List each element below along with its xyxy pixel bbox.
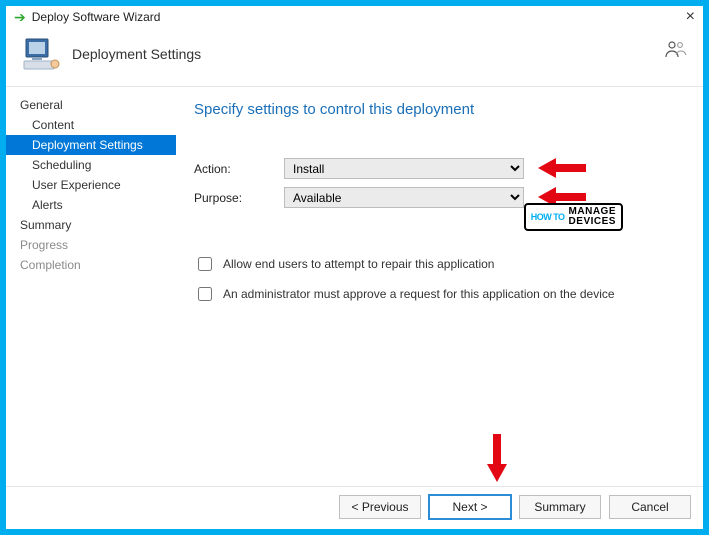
computer-icon bbox=[22, 36, 60, 72]
sidebar-item-alerts[interactable]: Alerts bbox=[6, 195, 176, 215]
allow-repair-label: Allow end users to attempt to repair thi… bbox=[223, 257, 494, 271]
sidebar-item-progress: Progress bbox=[6, 235, 176, 255]
sidebar-item-label: Content bbox=[32, 118, 74, 132]
page-title: Deployment Settings bbox=[72, 46, 201, 62]
sidebar: General Content Deployment Settings Sche… bbox=[6, 87, 176, 486]
footer: < Previous Next > Summary Cancel bbox=[6, 486, 703, 529]
action-label: Action: bbox=[194, 162, 284, 176]
cancel-button[interactable]: Cancel bbox=[609, 495, 691, 519]
sidebar-item-content[interactable]: Content bbox=[6, 115, 176, 135]
close-icon[interactable]: × bbox=[686, 8, 695, 26]
deploy-arrow-icon: ➔ bbox=[14, 10, 26, 24]
checkbox-block: Allow end users to attempt to repair thi… bbox=[182, 254, 689, 304]
row-admin-approve: An administrator must approve a request … bbox=[194, 284, 689, 304]
annotation-arrow-purpose bbox=[540, 190, 586, 204]
watermark-line2: DEVICES bbox=[569, 216, 616, 227]
body: General Content Deployment Settings Sche… bbox=[6, 86, 703, 486]
main-panel: Specify settings to control this deploym… bbox=[176, 87, 703, 486]
allow-repair-checkbox[interactable] bbox=[198, 257, 212, 271]
action-select[interactable]: Install bbox=[284, 158, 524, 179]
sidebar-item-label: Completion bbox=[20, 258, 81, 272]
watermark-howto: HOW TO bbox=[531, 213, 565, 222]
sidebar-item-label: Progress bbox=[20, 238, 68, 252]
sidebar-item-user-experience[interactable]: User Experience bbox=[6, 175, 176, 195]
admin-approve-checkbox[interactable] bbox=[198, 287, 212, 301]
sidebar-item-label: General bbox=[20, 98, 63, 112]
purpose-select[interactable]: Available bbox=[284, 187, 524, 208]
watermark-manage: MANAGE DEVICES bbox=[569, 207, 616, 227]
row-allow-repair: Allow end users to attempt to repair thi… bbox=[194, 254, 689, 274]
sidebar-item-label: Scheduling bbox=[32, 158, 91, 172]
sidebar-item-label: User Experience bbox=[32, 178, 121, 192]
header: Deployment Settings bbox=[6, 28, 703, 86]
sidebar-item-deployment-settings[interactable]: Deployment Settings bbox=[6, 135, 176, 155]
row-action: Action: Install bbox=[194, 158, 689, 179]
annotation-arrow-action bbox=[540, 161, 586, 175]
sidebar-item-label: Summary bbox=[20, 218, 71, 232]
next-button[interactable]: Next > bbox=[429, 495, 511, 519]
summary-button[interactable]: Summary bbox=[519, 495, 601, 519]
wizard-window: × ➔ Deploy Software Wizard Deployment Se… bbox=[6, 6, 703, 529]
previous-button[interactable]: < Previous bbox=[339, 495, 421, 519]
sidebar-item-general[interactable]: General bbox=[6, 95, 176, 115]
sidebar-item-label: Alerts bbox=[32, 198, 63, 212]
titlebar: ➔ Deploy Software Wizard bbox=[6, 6, 703, 28]
users-icon bbox=[665, 40, 687, 61]
purpose-label: Purpose: bbox=[194, 191, 284, 205]
admin-approve-label: An administrator must approve a request … bbox=[223, 287, 615, 301]
main-heading: Specify settings to control this deploym… bbox=[194, 101, 689, 118]
watermark: HOW TO MANAGE DEVICES bbox=[524, 203, 623, 231]
window-title: Deploy Software Wizard bbox=[32, 10, 161, 24]
sidebar-item-completion: Completion bbox=[6, 255, 176, 275]
sidebar-item-label: Deployment Settings bbox=[32, 138, 143, 152]
sidebar-item-summary[interactable]: Summary bbox=[6, 215, 176, 235]
sidebar-item-scheduling[interactable]: Scheduling bbox=[6, 155, 176, 175]
